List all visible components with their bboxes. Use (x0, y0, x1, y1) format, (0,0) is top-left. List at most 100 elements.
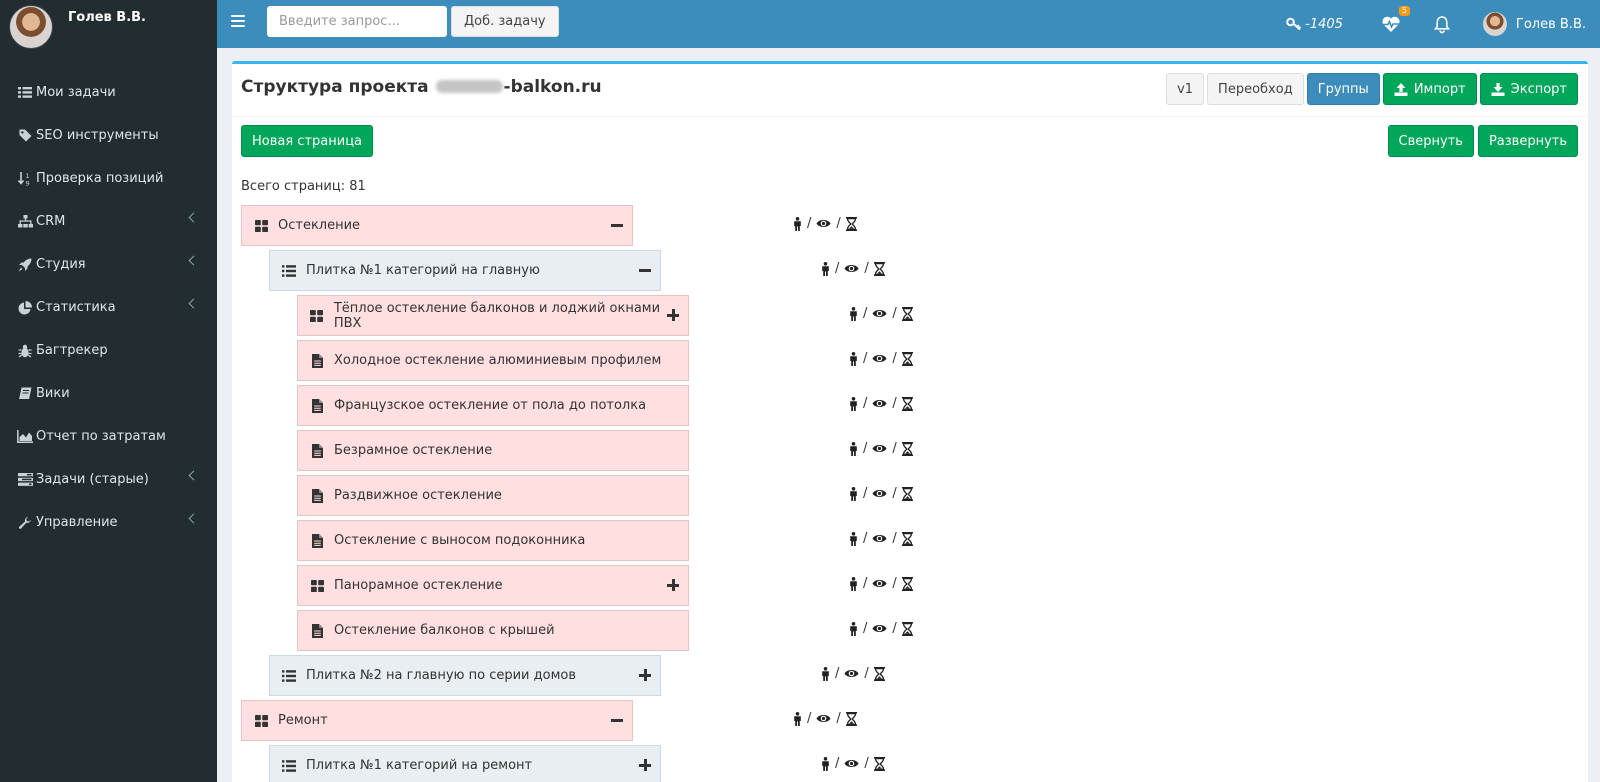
tree-node[interactable]: Французское остекление от пола до потолк… (297, 385, 689, 426)
tree-node[interactable]: Остекление балконов с крышей (297, 610, 689, 651)
eye-icon[interactable] (872, 308, 887, 319)
person-icon[interactable] (849, 351, 858, 366)
add-task-button[interactable]: Доб. задачу (451, 6, 559, 37)
sidebar-item-8[interactable]: Отчет по затратам (0, 415, 217, 458)
hourglass-icon[interactable] (873, 756, 885, 771)
tree-node[interactable]: Плитка №1 категорий на главную (269, 250, 661, 291)
heartbeat-icon (1382, 16, 1400, 32)
hourglass-icon[interactable] (901, 621, 913, 636)
th-large-icon (254, 219, 268, 232)
sidebar-item-10[interactable]: Управление (0, 501, 217, 544)
sidebar-item-5[interactable]: Статистика (0, 286, 217, 329)
node-meta: / / (849, 576, 913, 591)
expand-all-button[interactable]: Развернуть (1477, 125, 1578, 157)
tree-node[interactable]: Безрамное остекление (297, 430, 689, 471)
hourglass-icon[interactable] (873, 261, 885, 276)
eye-icon[interactable] (816, 713, 831, 724)
hourglass-icon[interactable] (901, 531, 913, 546)
hamburger-icon[interactable] (231, 15, 245, 27)
header-divider (232, 116, 1588, 117)
eye-icon[interactable] (816, 218, 831, 229)
sidebar-item-2[interactable]: 1 9 Проверка позиций (0, 157, 217, 200)
list-ul-icon (282, 264, 296, 277)
bug-icon (16, 344, 34, 358)
sidebar-item-0[interactable]: Мои задачи (0, 71, 217, 114)
health-notifications[interactable]: 5 (1381, 6, 1410, 33)
search-input[interactable] (267, 6, 447, 37)
sidebar-item-4[interactable]: Студия (0, 243, 217, 286)
expand-plus-icon[interactable] (667, 309, 679, 321)
new-page-button[interactable]: Новая страница (241, 125, 374, 157)
tree-node-label: Раздвижное остекление (334, 488, 502, 503)
import-button[interactable]: Импорт (1382, 73, 1477, 105)
expand-plus-icon[interactable] (667, 579, 679, 591)
header-user[interactable]: Голев В.В. (1482, 12, 1586, 36)
groups-button[interactable]: Группы (1306, 73, 1380, 105)
meta-separator: / (863, 396, 868, 411)
collapse-minus-icon[interactable] (611, 714, 623, 726)
hourglass-icon[interactable] (901, 486, 913, 501)
bell-notifications[interactable] (1433, 15, 1451, 34)
person-icon[interactable] (821, 261, 830, 276)
person-icon[interactable] (849, 306, 858, 321)
sidebar-user-name: Голев В.В. (68, 10, 146, 25)
person-icon[interactable] (821, 756, 830, 771)
sidebar-item-7[interactable]: Вики (0, 372, 217, 415)
person-icon[interactable] (821, 666, 830, 681)
hourglass-icon[interactable] (901, 306, 913, 321)
person-icon[interactable] (849, 621, 858, 636)
key-counter[interactable]: -1405 (1286, 17, 1343, 32)
tree-node[interactable]: Плитка №2 на главную по серии домов (269, 655, 661, 696)
eye-icon[interactable] (872, 623, 887, 634)
eye-icon[interactable] (872, 398, 887, 409)
person-icon[interactable] (793, 216, 802, 231)
eye-icon[interactable] (872, 443, 887, 454)
collapse-minus-icon[interactable] (611, 219, 623, 231)
sidebar-item-1[interactable]: SEO инструменты (0, 114, 217, 157)
bell-icon (1433, 15, 1450, 33)
eye-icon[interactable] (872, 533, 887, 544)
eye-icon[interactable] (844, 758, 859, 769)
hourglass-icon[interactable] (901, 576, 913, 591)
hourglass-icon[interactable] (845, 216, 857, 231)
collapse-minus-icon[interactable] (639, 264, 651, 276)
hourglass-icon[interactable] (873, 666, 885, 681)
person-icon[interactable] (849, 576, 858, 591)
sort-numeric-icon: 19 (16, 171, 34, 186)
tree-node[interactable]: Панорамное остекление (297, 565, 689, 606)
tree-node[interactable]: Раздвижное остекление (297, 475, 689, 516)
meta-separator: / (892, 306, 897, 321)
sidebar-item-9[interactable]: Задачи (старые) (0, 458, 217, 501)
hourglass-icon[interactable] (901, 441, 913, 456)
eye-icon[interactable] (872, 353, 887, 364)
meta-separator: / (863, 576, 868, 591)
tree-node[interactable]: Тёплое остекление балконов и лоджий окна… (297, 295, 689, 336)
hourglass-icon[interactable] (901, 396, 913, 411)
expand-plus-icon[interactable] (639, 759, 651, 771)
hourglass-icon[interactable] (845, 711, 857, 726)
collapse-all-button[interactable]: Свернуть (1387, 125, 1474, 157)
eye-icon[interactable] (844, 668, 859, 679)
expand-plus-icon[interactable] (639, 669, 651, 681)
meta-separator: / (892, 351, 897, 366)
tree-node[interactable]: Плитка №1 категорий на ремонт (269, 745, 661, 782)
recrawl-button[interactable]: Переобход (1207, 73, 1304, 105)
node-meta: / / (793, 711, 857, 726)
tree-node[interactable]: Остекление (241, 205, 633, 246)
hourglass-icon[interactable] (901, 351, 913, 366)
person-icon[interactable] (849, 531, 858, 546)
person-icon[interactable] (849, 441, 858, 456)
person-icon[interactable] (849, 396, 858, 411)
tree-node[interactable]: Ремонт (241, 700, 633, 741)
sidebar-item-6[interactable]: Багтрекер (0, 329, 217, 372)
tree-node[interactable]: Холодное остекление алюминиевым профилем (297, 340, 689, 381)
person-icon[interactable] (793, 711, 802, 726)
person-icon[interactable] (849, 486, 858, 501)
export-button[interactable]: Экспорт (1479, 73, 1578, 105)
sidebar-item-3[interactable]: CRM (0, 200, 217, 243)
eye-icon[interactable] (844, 263, 859, 274)
eye-icon[interactable] (872, 578, 887, 589)
version-button[interactable]: v1 (1166, 73, 1205, 105)
tree-node[interactable]: Остекление с выносом подоконника (297, 520, 689, 561)
eye-icon[interactable] (872, 488, 887, 499)
